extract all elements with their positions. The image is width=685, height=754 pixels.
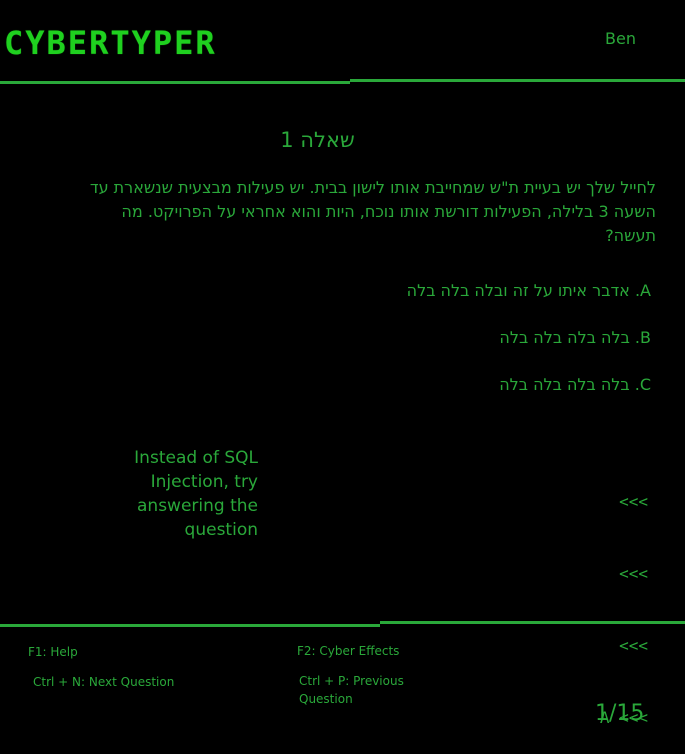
prompt-line: <<< [619,564,648,583]
question-text: לחייל שלך יש בעיית ת"ש שמחייבת אותו לישו… [89,178,656,245]
prompt-line: <<< [619,492,648,511]
footer-divider-left [0,624,380,627]
shortcut-previous-question: Ctrl + P: Previous Question [299,674,404,706]
question-title: שאלה 1 [280,128,355,152]
shortcut-help: F1: Help [28,645,78,659]
username-label: Ben [605,29,636,48]
answer-option-b[interactable]: B. בלה בלה בלה בלה [151,328,651,347]
hint-message: Instead of SQL Injection, try answering … [134,448,258,540]
question-progress: 1/15 [595,701,645,726]
shortcut-next-question: Ctrl + N: Next Question [33,675,175,689]
answer-option-c[interactable]: C. בלה בלה בלה בלה [151,375,651,394]
shortcut-cyber-effects: F2: Cyber Effects [297,644,400,658]
app-logo: CYBERTYPER [4,24,217,62]
header-divider-left [0,81,350,84]
prompt-line: <<< [619,636,648,655]
header-divider-right [350,79,685,82]
answer-option-a[interactable]: A. אדבר איתו על זה ובלה בלה בלה [151,281,651,300]
footer-divider-right [380,621,685,624]
